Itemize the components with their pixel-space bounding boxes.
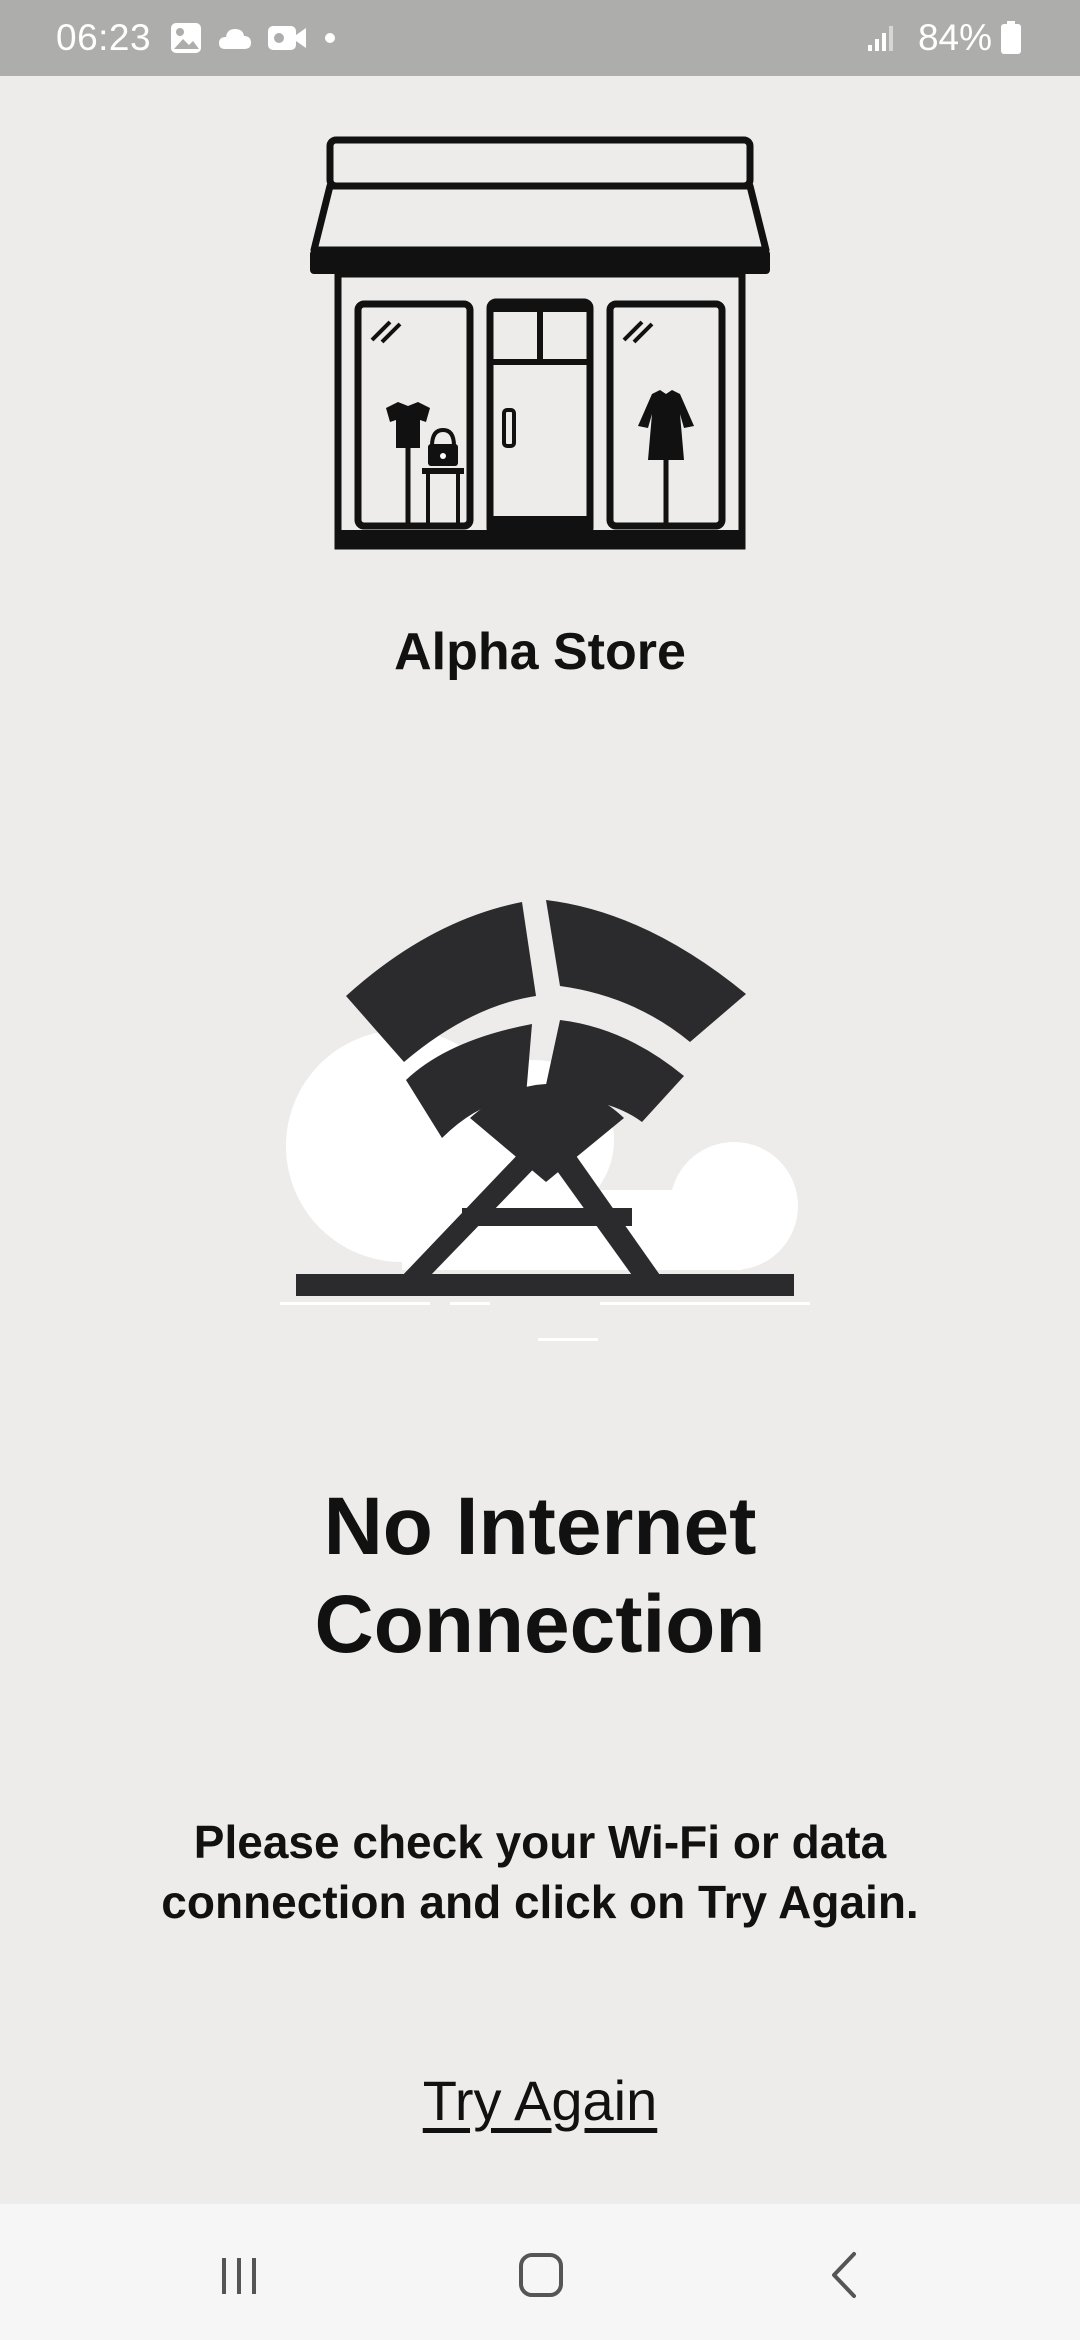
status-bar: 06:23 84%: [0, 0, 1080, 76]
store-name: Alpha Store: [394, 623, 686, 681]
try-again-button[interactable]: Try Again: [0, 2068, 1080, 2133]
no-internet-screen: 06:23 84% Alpha Store No Internet Connec…: [0, 0, 1080, 2340]
home-icon[interactable]: [506, 2240, 576, 2310]
error-title-line2: Connection: [314, 1579, 766, 1670]
status-time: 06:23: [56, 17, 152, 58]
navigation-bar: [0, 2204, 1080, 2340]
battery-percent: 84%: [917, 17, 992, 58]
battery-icon: [1000, 21, 1022, 55]
status-right: 84%: [866, 17, 1022, 59]
video-icon: [267, 23, 307, 53]
error-message: Please check your Wi-Fi or data connecti…: [100, 1812, 980, 1932]
gallery-icon: [169, 21, 203, 55]
error-message-line1: Please check your Wi-Fi or data: [193, 1816, 887, 1868]
no-signal-tower-icon: [280, 900, 810, 1341]
try-again-label: Try Again: [422, 2069, 658, 2132]
storefront-icon: [310, 136, 770, 550]
error-message-line2: connection and click on Try Again.: [161, 1876, 919, 1928]
signal-icon: [866, 23, 896, 53]
back-icon[interactable]: [810, 2240, 880, 2310]
cloud-icon: [217, 23, 253, 53]
error-title: No Internet Connection: [0, 1478, 1080, 1674]
notification-dot: [325, 33, 336, 43]
error-title-line1: No Internet: [323, 1481, 757, 1572]
recent-apps-icon[interactable]: [204, 2240, 274, 2310]
status-left: 06:23: [56, 17, 336, 59]
